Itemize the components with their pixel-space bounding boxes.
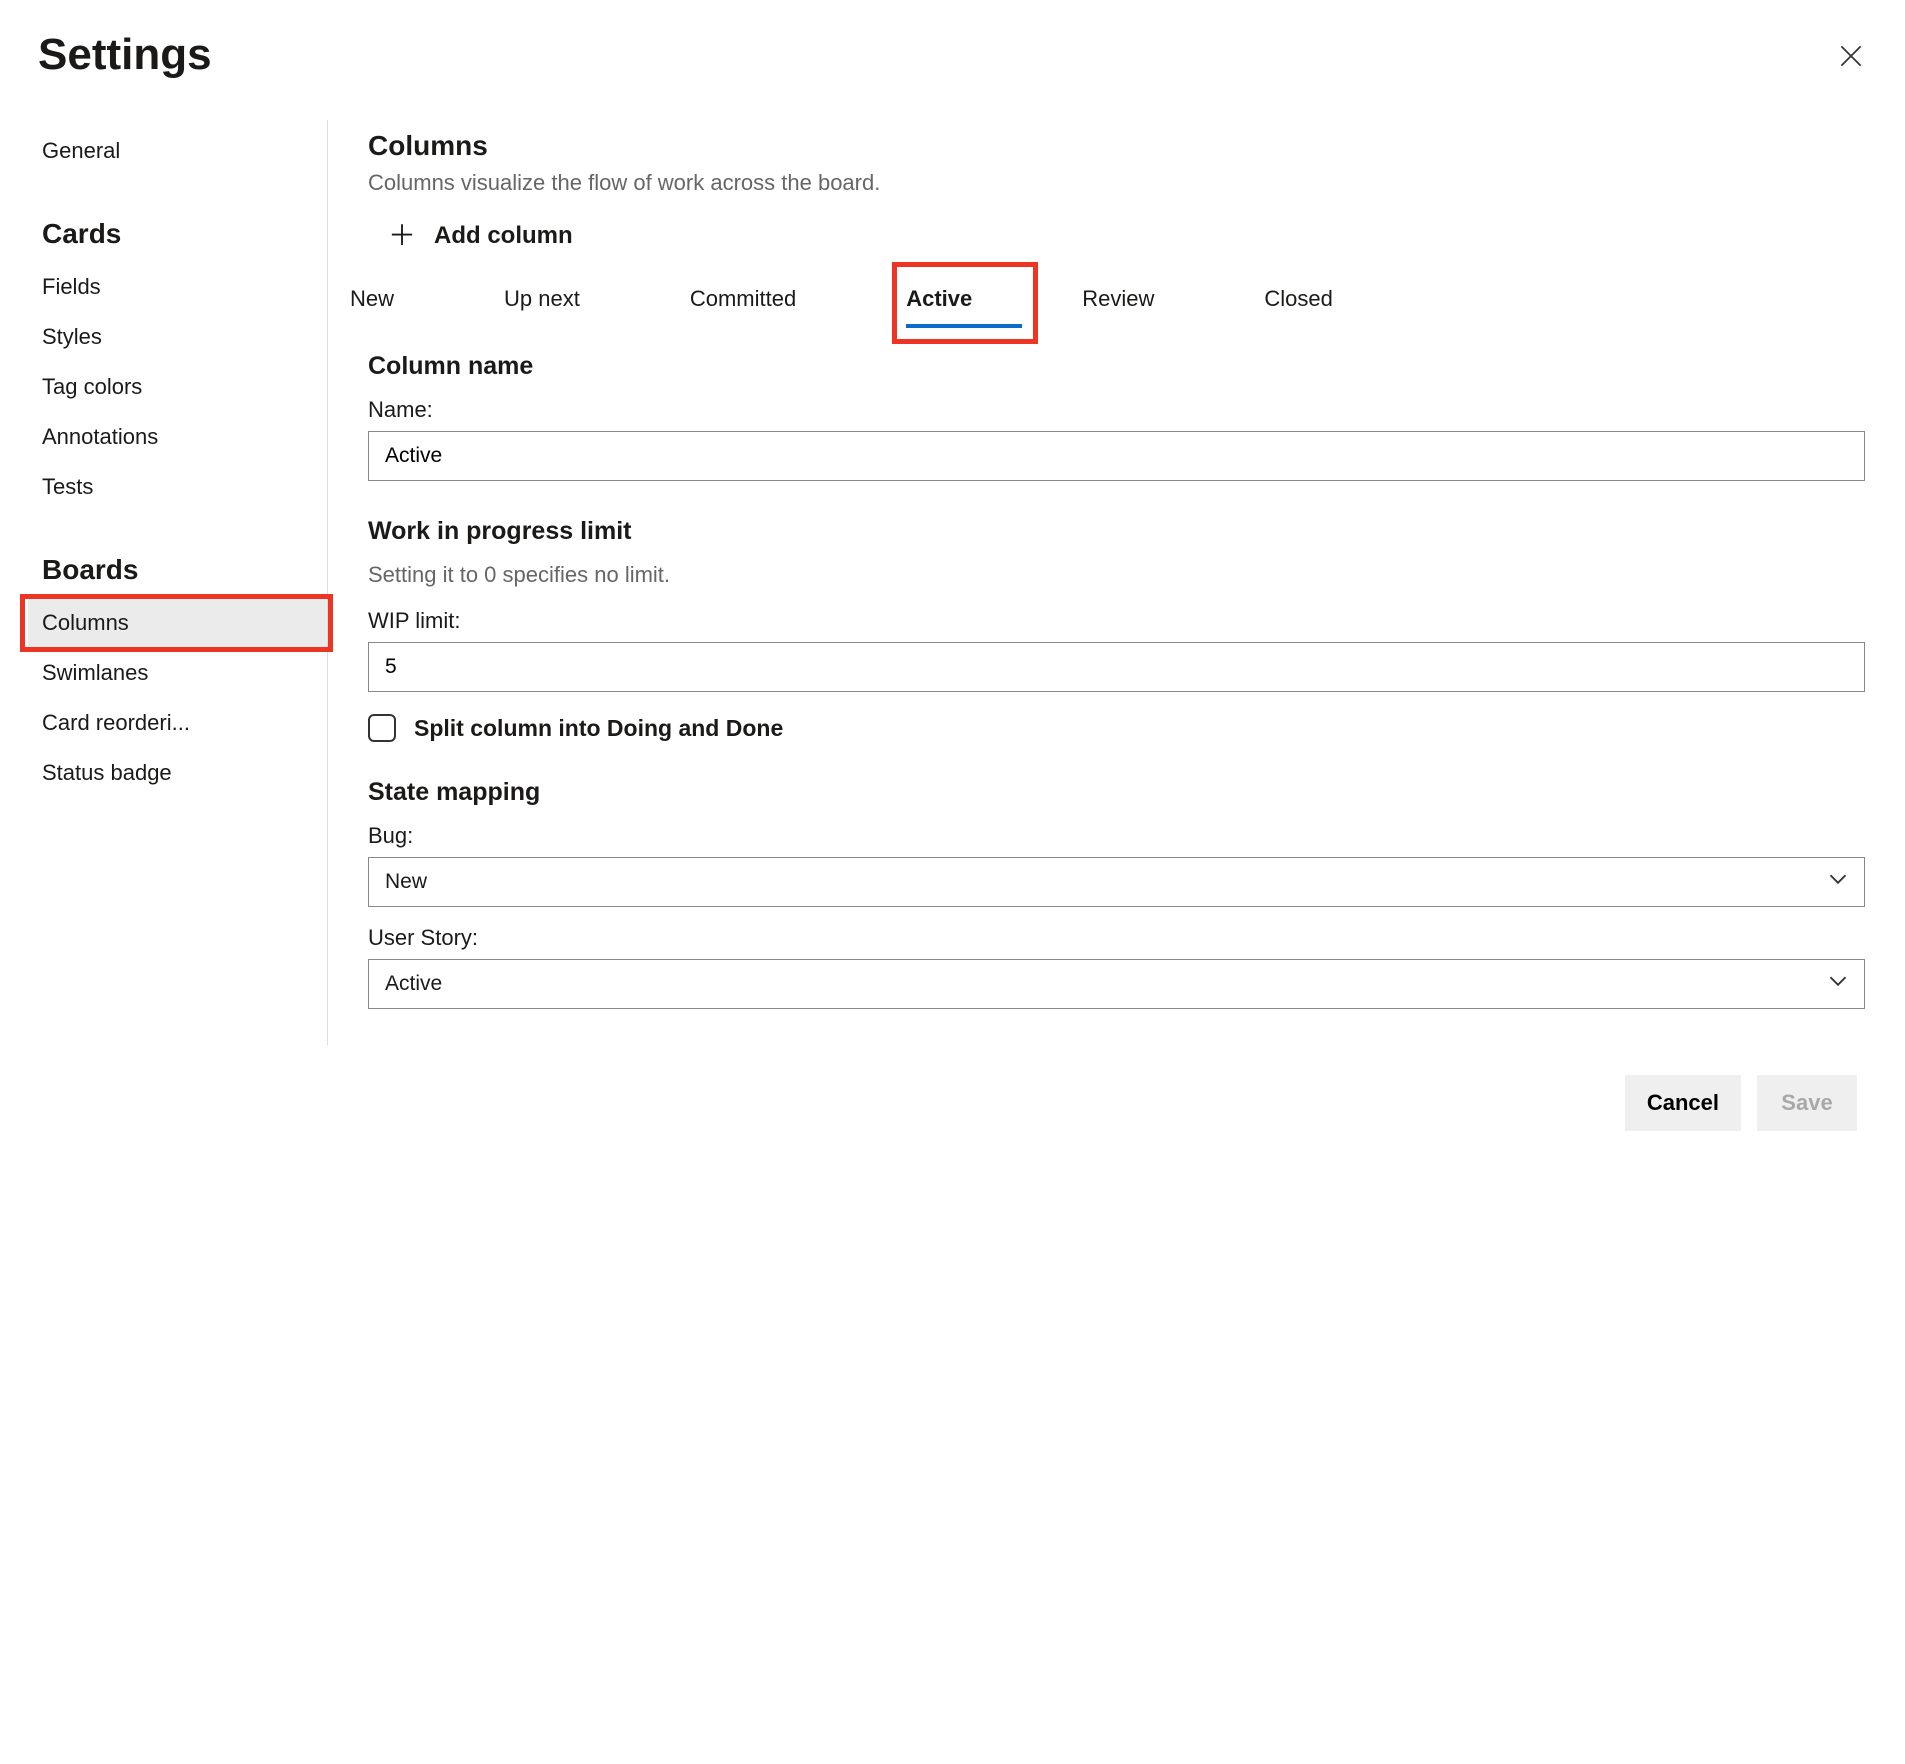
tab-committed[interactable]: Committed [690,276,796,322]
close-icon [1840,45,1862,67]
sidebar-item-tests[interactable]: Tests [28,462,327,512]
userstory-label: User Story: [368,925,1865,951]
settings-sidebar: General Cards Fields Styles Tag colors A… [28,120,328,1045]
dialog-body: General Cards Fields Styles Tag colors A… [28,120,1877,1045]
sidebar-heading-boards: Boards [28,542,327,598]
dialog-title: Settings [38,30,212,80]
tab-review[interactable]: Review [1082,276,1154,322]
tab-active-label: Active [906,286,972,311]
sidebar-heading-cards: Cards [28,206,327,262]
state-mapping-group: State mapping Bug: New User Story: Activ… [368,778,1865,1009]
tab-up-next[interactable]: Up next [504,276,580,322]
bug-select[interactable]: New [368,857,1865,907]
column-tabs: New Up next Committed Active Review Clos… [350,276,1865,322]
columns-description: Columns visualize the flow of work acros… [368,170,1865,196]
wip-label: WIP limit: [368,608,1865,634]
column-name-heading: Column name [368,352,1865,381]
sidebar-item-fields[interactable]: Fields [28,262,327,312]
save-button[interactable]: Save [1757,1075,1857,1131]
cancel-button[interactable]: Cancel [1625,1075,1741,1131]
close-button[interactable] [1835,40,1867,72]
wip-input[interactable] [368,642,1865,692]
tab-closed[interactable]: Closed [1264,276,1332,322]
userstory-select[interactable]: Active [368,959,1865,1009]
split-column-row: Split column into Doing and Done [368,714,1865,742]
sidebar-item-annotations[interactable]: Annotations [28,412,327,462]
main-panel: Columns Columns visualize the flow of wo… [328,120,1877,1045]
bug-label: Bug: [368,823,1865,849]
sidebar-item-general[interactable]: General [28,126,327,176]
sidebar-item-status-badge[interactable]: Status badge [28,748,327,798]
sidebar-item-swimlanes[interactable]: Swimlanes [28,648,327,698]
split-column-label: Split column into Doing and Done [414,715,783,742]
bug-select-value: New [385,870,427,894]
sidebar-item-styles[interactable]: Styles [28,312,327,362]
userstory-select-value: Active [385,972,442,996]
sidebar-item-card-reordering[interactable]: Card reorderi... [28,698,327,748]
tab-new[interactable]: New [350,276,394,322]
wip-hint: Setting it to 0 specifies no limit. [368,562,1865,588]
chevron-down-icon [1828,869,1848,895]
wip-heading: Work in progress limit [368,517,1865,546]
sidebar-item-columns[interactable]: Columns [28,598,327,648]
add-column-button[interactable]: ＋ Add column [368,216,1865,256]
dialog-header: Settings [28,20,1877,80]
add-column-label: Add column [434,222,573,250]
wip-group: Work in progress limit Setting it to 0 s… [368,517,1865,742]
column-name-group: Column name Name: [368,352,1865,481]
dialog-footer: Cancel Save [28,1045,1877,1151]
split-column-checkbox[interactable] [368,714,396,742]
chevron-down-icon [1828,971,1848,997]
sidebar-item-tag-colors[interactable]: Tag colors [28,362,327,412]
state-mapping-heading: State mapping [368,778,1865,807]
name-input[interactable] [368,431,1865,481]
settings-dialog: Settings General Cards Fields Styles Tag… [0,0,1905,1151]
name-label: Name: [368,397,1865,423]
tab-active[interactable]: Active [906,276,972,322]
plus-icon: ＋ [388,222,416,250]
columns-heading: Columns [368,130,1865,162]
